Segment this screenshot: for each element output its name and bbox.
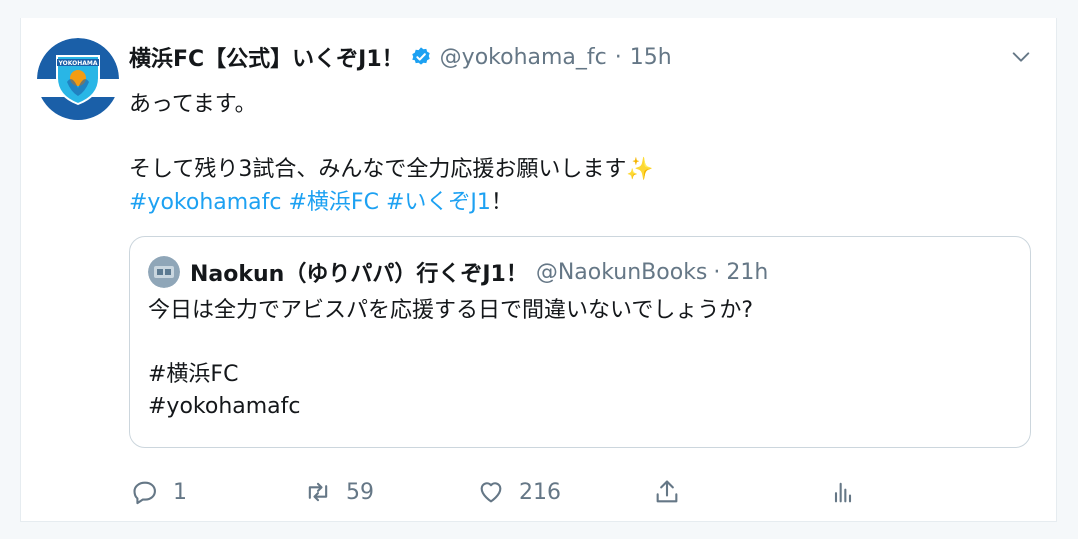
- like-button[interactable]: 216: [477, 472, 561, 512]
- share-icon: [656, 480, 678, 503]
- chevron-down-icon[interactable]: [1010, 46, 1032, 68]
- quoted-author-handle[interactable]: @NaokunBooks: [536, 260, 708, 285]
- hashtag-links[interactable]: #yokohamafc #横浜FC #いくぞJ1: [129, 190, 491, 215]
- verified-badge-icon: [410, 46, 432, 68]
- quoted-tweet[interactable]: Naokun（ゆりパパ）行くぞJ1！ @NaokunBooks · 21h 今日…: [129, 236, 1031, 448]
- analytics-icon: [834, 482, 852, 503]
- reply-button[interactable]: 1: [131, 472, 187, 512]
- reply-icon: [133, 481, 156, 505]
- hashtag-suffix: ！: [490, 190, 513, 215]
- author-handle[interactable]: @yokohama_fc: [440, 45, 607, 70]
- quoted-author-name[interactable]: Naokun（ゆりパパ）行くぞJ1！: [190, 256, 528, 288]
- quoted-tag-2: #yokohamafc: [148, 394, 301, 419]
- separator-dot: ·: [614, 44, 622, 70]
- like-count: 216: [519, 479, 561, 505]
- quoted-author-avatar: [148, 256, 180, 288]
- reply-count: 1: [173, 479, 187, 505]
- quoted-timestamp[interactable]: 21h: [726, 260, 768, 285]
- tweet-hashtag-line: #yokohamafc #横浜FC #いくぞJ1！: [129, 186, 1029, 219]
- quoted-line-gap: [148, 327, 753, 359]
- heart-icon: [480, 482, 502, 503]
- svg-text:YOKOHAMA: YOKOHAMA: [58, 60, 98, 67]
- tweet-card[interactable]: YOKOHAMA 横浜FC【公式】いくぞJ1！ @yokohama_fc · 1…: [20, 18, 1057, 522]
- author-avatar[interactable]: YOKOHAMA: [37, 38, 119, 120]
- tweet-line-2: そして残り3試合、みんなで全力応援お願いします✨: [129, 157, 654, 182]
- retweet-count: 59: [346, 479, 374, 505]
- tweet-header: 横浜FC【公式】いくぞJ1！ @yokohama_fc · 15h: [129, 40, 672, 74]
- yokohama-fc-logo: YOKOHAMA: [37, 38, 119, 120]
- author-name[interactable]: 横浜FC【公式】いくぞJ1！: [129, 41, 404, 73]
- share-button[interactable]: [653, 472, 681, 512]
- quoted-tweet-header: Naokun（ゆりパパ）行くぞJ1！ @NaokunBooks · 21h: [148, 255, 768, 289]
- retweet-button[interactable]: 59: [304, 472, 374, 512]
- tweet-timestamp[interactable]: 15h: [630, 45, 672, 70]
- retweet-icon: [308, 482, 328, 502]
- tweet-text: あってます。 そして残り3試合、みんなで全力応援お願いします✨ #yokoham…: [129, 88, 1029, 219]
- quoted-line-1: 今日は全力でアビスパを応援する日で間違いないでしょうか?: [148, 298, 754, 323]
- analytics-button[interactable]: [829, 472, 857, 512]
- quoted-separator-dot: ·: [713, 259, 721, 285]
- quoted-tweet-text: 今日は全力でアビスパを応援する日で間違いないでしょうか? #横浜FC #yoko…: [148, 295, 753, 423]
- tweet-line-1: あってます。: [129, 92, 257, 117]
- tweet-line-gap: [129, 121, 1029, 153]
- quoted-tag-1: #横浜FC: [148, 362, 239, 387]
